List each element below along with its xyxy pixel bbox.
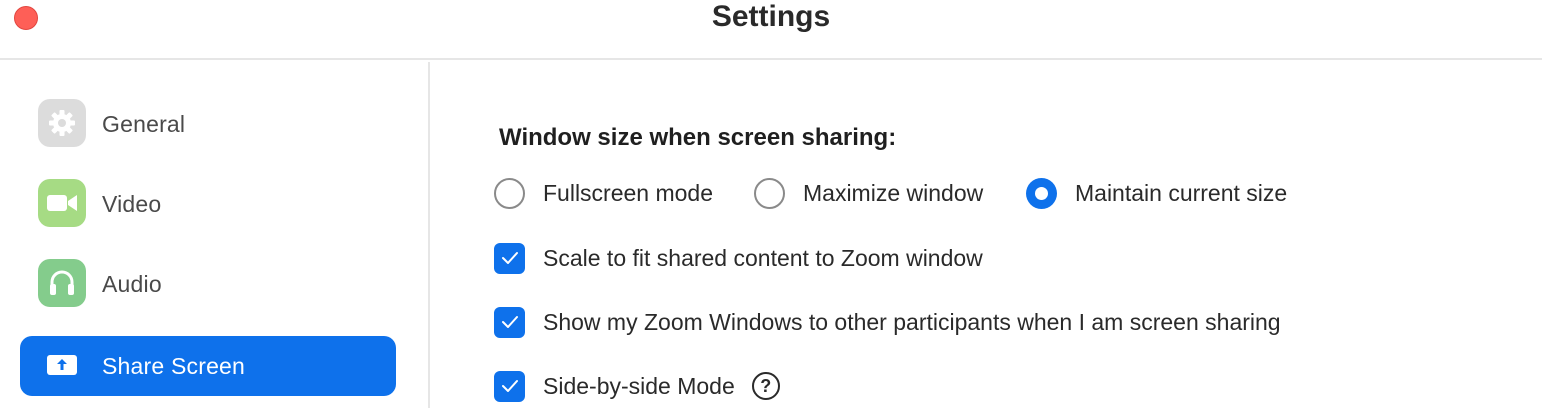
scale-to-fit-option[interactable]: Scale to fit shared content to Zoom wind… <box>494 242 983 274</box>
fullscreen-mode-option[interactable]: Fullscreen mode <box>494 177 713 209</box>
sidebar-item-label: Audio <box>102 270 162 297</box>
scale-to-fit-label: Scale to fit shared content to Zoom wind… <box>543 244 983 271</box>
checkmark-icon <box>501 380 518 392</box>
maintain-current-size-label: Maintain current size <box>1075 179 1288 206</box>
sidebar-item-label: Video <box>102 190 162 217</box>
fullscreen-mode-radio[interactable] <box>494 177 525 209</box>
sidebar-item-audio[interactable]: Audio <box>20 254 396 314</box>
settings-sidebar: General Video Audio Share Screen <box>0 62 430 408</box>
gear-icon <box>38 99 86 147</box>
maintain-current-size-option[interactable]: Maintain current size <box>1026 177 1287 209</box>
maximize-window-radio[interactable] <box>754 177 785 209</box>
side-by-side-label: Side-by-side Mode <box>543 372 735 399</box>
checkmark-icon <box>501 252 518 264</box>
show-zoom-windows-label: Show my Zoom Windows to other participan… <box>543 308 1281 335</box>
sidebar-item-video[interactable]: Video <box>20 174 396 234</box>
sidebar-item-label: General <box>102 110 186 137</box>
sidebar-item-general[interactable]: General <box>20 94 396 154</box>
sidebar-item-label: Share Screen <box>102 352 246 379</box>
camera-icon <box>38 179 86 227</box>
window-title: Settings <box>711 0 831 33</box>
share-screen-settings-panel: Window size when screen sharing: Fullscr… <box>432 62 1542 408</box>
maximize-window-option[interactable]: Maximize window <box>754 177 983 209</box>
title-bar: Settings <box>0 0 1542 60</box>
side-by-side-option[interactable]: Side-by-side Mode ? <box>494 370 780 402</box>
checkmark-icon <box>501 316 518 328</box>
maximize-window-label: Maximize window <box>803 179 984 206</box>
fullscreen-mode-label: Fullscreen mode <box>543 179 714 206</box>
show-zoom-windows-option[interactable]: Show my Zoom Windows to other participan… <box>494 306 1281 338</box>
headphones-icon <box>38 259 86 307</box>
help-icon[interactable]: ? <box>751 372 780 400</box>
maintain-current-size-radio[interactable] <box>1026 177 1057 209</box>
window-size-heading: Window size when screen sharing: <box>499 124 897 151</box>
sidebar-item-share-screen[interactable]: Share Screen <box>20 336 396 396</box>
share-screen-icon <box>38 341 86 389</box>
settings-window: Settings General Video Audio Share Scree… <box>0 0 1542 408</box>
side-by-side-checkbox[interactable] <box>494 370 525 402</box>
show-zoom-windows-checkbox[interactable] <box>494 306 525 338</box>
scale-to-fit-checkbox[interactable] <box>494 242 525 274</box>
